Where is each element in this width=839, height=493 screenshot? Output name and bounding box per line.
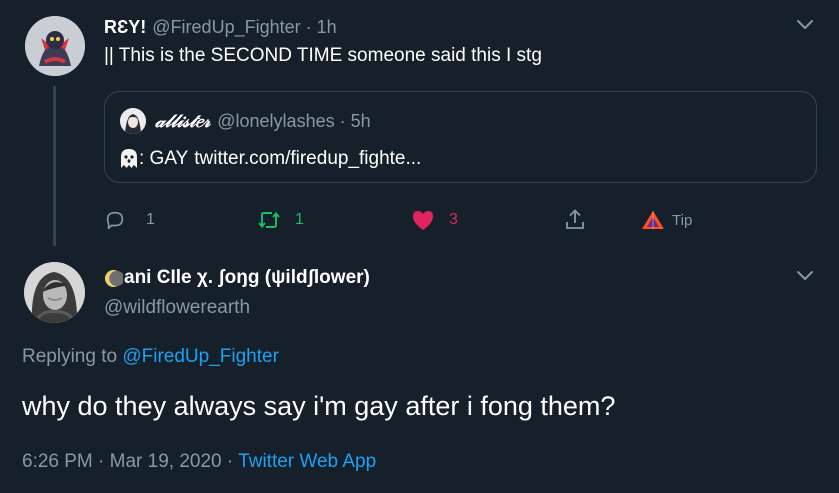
handle[interactable]: @FiredUp_Fighter xyxy=(152,17,300,38)
quoted-link[interactable]: twitter.com/firedup_fighte... xyxy=(194,148,421,170)
reply-icon xyxy=(106,211,124,230)
tip-label: Tip xyxy=(672,211,693,229)
quoted-avatar[interactable] xyxy=(120,108,146,134)
quoted-text: : GAY twitter.com/firedup_fighte... xyxy=(119,148,421,170)
retweet-button[interactable]: 1 xyxy=(257,204,304,236)
chevron-down-icon[interactable] xyxy=(795,268,815,282)
share-button[interactable] xyxy=(564,204,586,236)
reply-button[interactable]: 1 xyxy=(104,204,155,236)
tweet-thread: RƐY! @FiredUp_Fighter · 1h || This is th… xyxy=(0,0,839,493)
main-tweet-display-name-row: ani ϾIle χ. ʃoŋg (ψildʃlower) xyxy=(104,267,370,289)
replying-to: Replying to @FiredUp_Fighter xyxy=(22,346,279,368)
avatar[interactable] xyxy=(25,16,85,76)
avatar[interactable] xyxy=(24,262,85,323)
tweet-metadata: 6:26 PM · Mar 19, 2020 · Twitter Web App xyxy=(22,451,376,473)
tweet-actions: 1 1 3 Tip xyxy=(0,204,839,236)
quoted-timestamp[interactable]: 5h xyxy=(351,111,371,132)
tweet-date[interactable]: Mar 19, 2020 xyxy=(110,451,222,472)
quoted-handle[interactable]: @lonelylashes xyxy=(217,111,334,132)
handle[interactable]: @wildflowerearth xyxy=(104,297,250,319)
quoted-text-prefix: : GAY xyxy=(139,148,189,169)
separator-dot: · xyxy=(226,451,234,472)
crescent-moon-icon xyxy=(104,269,123,287)
heart-icon xyxy=(413,211,433,230)
quoted-header: 𝒶𝓁𝓁𝒾𝓈𝓉𝑒𝓇 @lonelylashes · 5h xyxy=(155,108,371,134)
share-icon xyxy=(566,209,584,229)
ghost-icon xyxy=(121,149,137,168)
chevron-down-icon[interactable] xyxy=(795,17,815,31)
display-name[interactable]: RƐY! xyxy=(104,17,146,38)
tweet-source[interactable]: Twitter Web App xyxy=(238,451,376,472)
tip-icon xyxy=(642,211,664,229)
like-count: 3 xyxy=(449,211,458,228)
display-name[interactable]: ani ϾIle χ. ʃoŋg (ψildʃlower) xyxy=(124,267,370,289)
separator-dot: · xyxy=(339,110,346,131)
separator-dot: · xyxy=(98,451,105,472)
separator-dot: · xyxy=(305,16,312,37)
tweet-text: why do they always say i'm gay after i f… xyxy=(22,391,616,421)
like-button[interactable]: 3 xyxy=(411,204,458,236)
replying-to-handle[interactable]: @FiredUp_Fighter xyxy=(122,346,279,367)
tweet-text: || This is the SECOND TIME someone said … xyxy=(104,45,542,66)
parent-tweet-header: RƐY! @FiredUp_Fighter · 1h xyxy=(104,16,337,38)
timestamp[interactable]: 1h xyxy=(317,17,337,38)
tweet-time[interactable]: 6:26 PM xyxy=(22,451,93,472)
retweet-icon xyxy=(258,212,280,228)
retweet-count: 1 xyxy=(295,211,304,228)
quoted-tweet[interactable]: 𝒶𝓁𝓁𝒾𝓈𝓉𝑒𝓇 @lonelylashes · 5h : GAY twitte… xyxy=(104,91,817,183)
replying-to-label: Replying to xyxy=(22,346,118,367)
tip-button[interactable]: Tip xyxy=(641,204,692,236)
quoted-display-name[interactable]: 𝒶𝓁𝓁𝒾𝓈𝓉𝑒𝓇 xyxy=(155,111,210,132)
reply-count: 1 xyxy=(146,211,155,228)
